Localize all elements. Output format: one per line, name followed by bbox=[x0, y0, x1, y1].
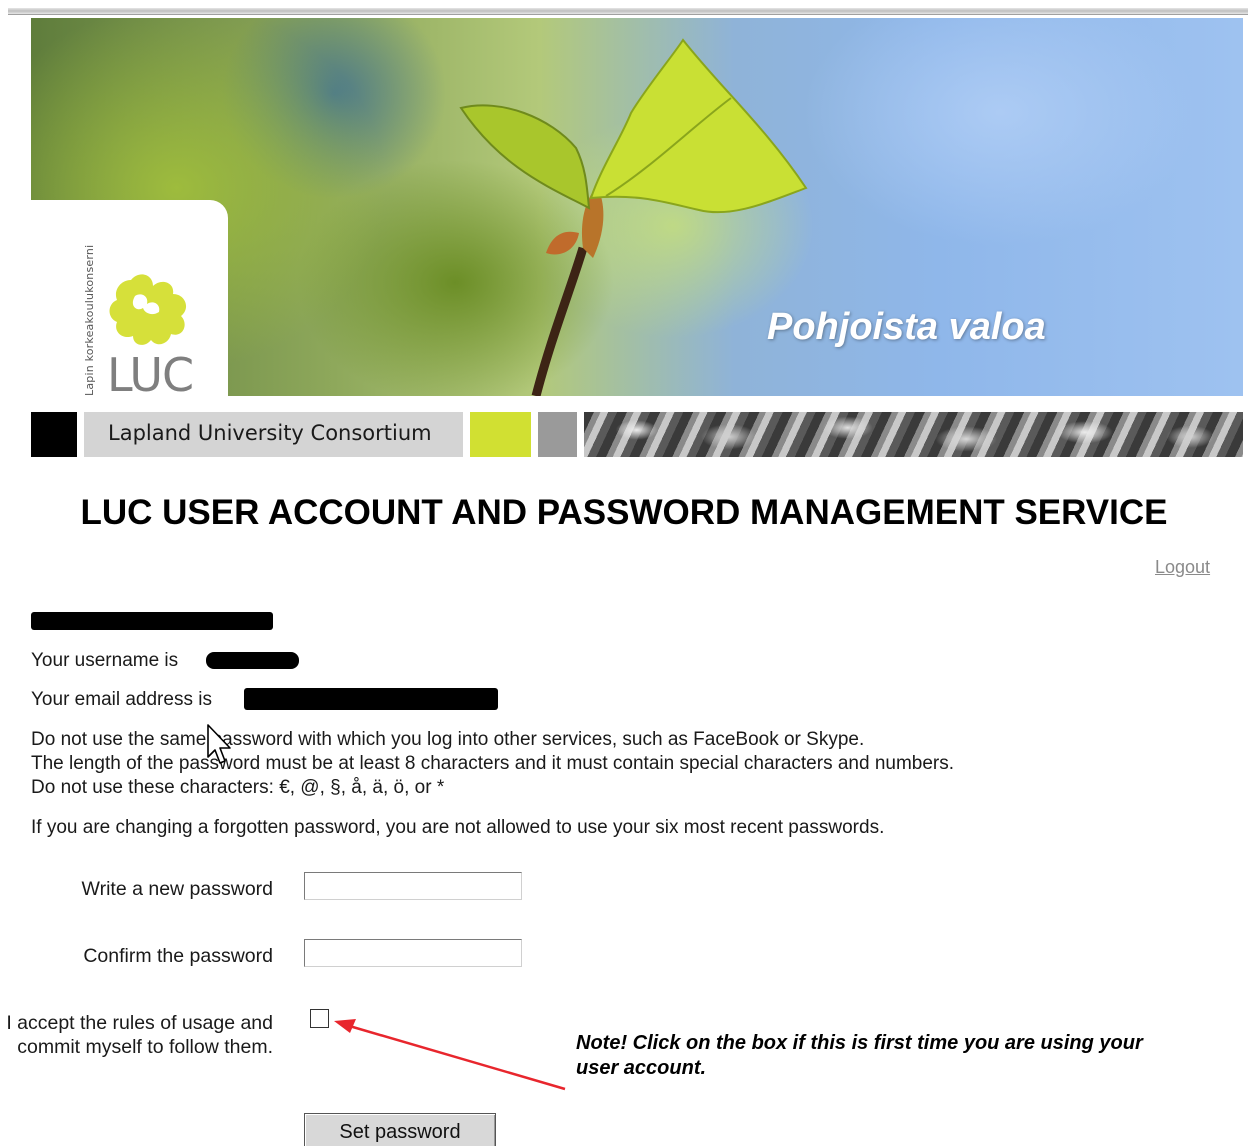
redacted-full-name bbox=[31, 612, 273, 630]
stripe-green bbox=[470, 412, 531, 457]
logo-text: LUC bbox=[107, 348, 194, 396]
rule-same-password: Do not use the same password with which … bbox=[31, 729, 865, 750]
email-label: Your email address is bbox=[31, 689, 212, 710]
username-line: Your username is bbox=[31, 650, 178, 672]
confirm-password-input[interactable] bbox=[304, 939, 522, 967]
stripe-rocks-image bbox=[584, 412, 1243, 457]
new-password-input[interactable] bbox=[304, 872, 522, 900]
page-title: LUC USER ACCOUNT AND PASSWORD MANAGEMENT… bbox=[80, 493, 1168, 532]
logo-vertical-text: Lapin korkeakoulukonserni bbox=[83, 244, 96, 396]
stripe-grey bbox=[538, 412, 577, 457]
banner-slogan: Pohjoista valoa bbox=[767, 306, 1046, 348]
redacted-username bbox=[206, 652, 299, 669]
header-banner: Lapin korkeakoulukonserni LUC Pohjoista … bbox=[31, 18, 1243, 396]
new-password-label: Write a new password bbox=[81, 878, 273, 900]
accept-rules-label: I accept the rules of usage and commit m… bbox=[6, 1012, 273, 1058]
rule-forbidden-chars: Do not use these characters: €, @, §, å,… bbox=[31, 777, 445, 798]
mouse-pointer-icon bbox=[207, 724, 231, 764]
set-password-button[interactable]: Set password bbox=[304, 1113, 496, 1146]
redacted-email bbox=[244, 688, 498, 710]
confirm-password-label: Confirm the password bbox=[83, 945, 273, 967]
luc-leaf-logo-icon bbox=[109, 274, 187, 345]
top-border bbox=[8, 8, 1248, 15]
rule-password-length: The length of the password must be at le… bbox=[31, 753, 955, 774]
username-label: Your username is bbox=[31, 650, 179, 671]
logo-panel: Lapin korkeakoulukonserni LUC bbox=[31, 200, 228, 396]
accept-rules-checkbox[interactable] bbox=[310, 1009, 329, 1028]
forgotten-password-note: If you are changing a forgotten password… bbox=[31, 817, 885, 838]
first-time-note: Note! Click on the box if this is first … bbox=[576, 1032, 1143, 1079]
email-line: Your email address is bbox=[31, 689, 212, 711]
stripe-black bbox=[31, 412, 77, 457]
logout-link[interactable]: Logout bbox=[1155, 557, 1210, 578]
consortium-name: Lapland University Consortium bbox=[108, 421, 432, 445]
